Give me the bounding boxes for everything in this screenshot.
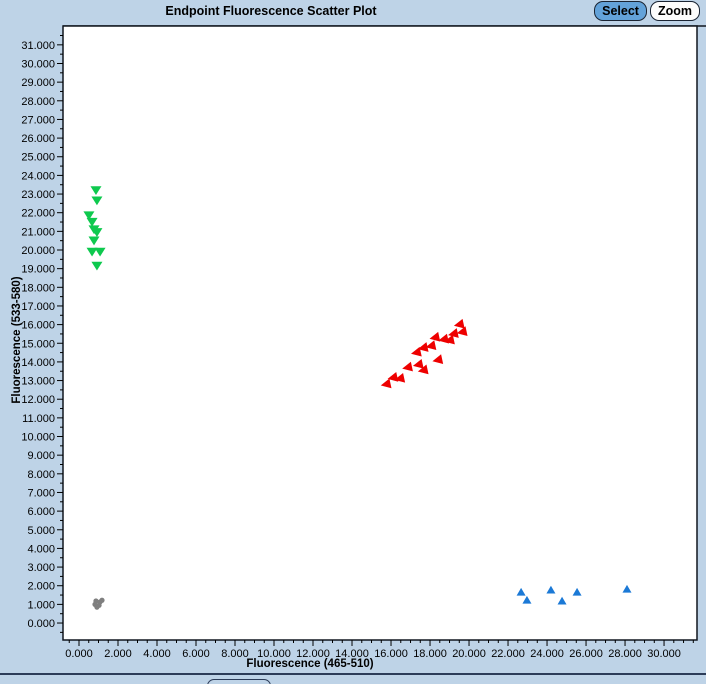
y-tick-label: 23.000 — [21, 189, 55, 201]
scatter-canvas: 0.000 1.000 2.000 3.000 4.000 5.000 6.000 7.000… — [21, 25, 706, 660]
y-tick-label: 24.000 — [21, 170, 55, 182]
header-buttons: Select Zoom — [594, 1, 700, 21]
y-tick-label: 9.000 — [27, 450, 55, 462]
y-axis-title: Fluorescence (533-580) — [11, 276, 23, 404]
bottom-divider — [0, 673, 706, 675]
y-tick-label: 28.000 — [21, 96, 55, 108]
y-tick-label: 6.000 — [27, 506, 55, 518]
y-tick-label: 15.000 — [21, 338, 55, 350]
endpoint-fluorescence-window: 0.000 1.000 2.000 3.000 4.000 5.000 6.000 7.000… — [0, 0, 706, 684]
x-tick-label: 26.000 — [569, 648, 603, 660]
y-tick-label: 31.000 — [21, 40, 55, 52]
y-tick-label: 19.000 — [21, 264, 55, 276]
x-tick-label: 22.000 — [491, 648, 525, 660]
x-tick-label: 24.000 — [530, 648, 564, 660]
page-title: Endpoint Fluorescence Scatter Plot — [165, 4, 377, 18]
y-tick-label: 10.000 — [21, 432, 55, 444]
y-tick-label: 21.000 — [21, 226, 55, 238]
y-tick-label: 17.000 — [21, 301, 55, 313]
y-tick-label: 1.000 — [27, 599, 55, 611]
y-tick-label: 5.000 — [27, 525, 55, 537]
partial-bottom-button[interactable] — [207, 679, 271, 684]
y-tick-label: 22.000 — [21, 208, 55, 220]
y-tick-label: 12.000 — [21, 394, 55, 406]
y-tick-label: 4.000 — [27, 543, 55, 555]
y-tick-label: 27.000 — [21, 114, 55, 126]
y-tick-label: 13.000 — [21, 376, 55, 388]
y-tick-label: 11.000 — [22, 413, 55, 425]
gray-cluster-point[interactable] — [94, 604, 100, 610]
select-button[interactable]: Select — [594, 1, 647, 21]
y-tick-label: 3.000 — [27, 562, 55, 574]
x-tick-label: 28.000 — [608, 648, 642, 660]
x-tick-label: 30.000 — [647, 648, 681, 660]
y-tick-label: 2.000 — [27, 581, 55, 593]
y-tick-label: 20.000 — [21, 245, 55, 257]
y-tick-label: 26.000 — [21, 133, 55, 145]
y-tick-label: 30.000 — [21, 58, 55, 70]
y-tick-label: 25.000 — [21, 152, 55, 164]
gray-cluster-point[interactable] — [99, 597, 105, 603]
y-tick-label: 8.000 — [27, 469, 55, 481]
x-axis-title: Fluorescence (465-510) — [246, 658, 374, 670]
y-tick-label: 0.000 — [27, 618, 55, 630]
x-tick-label: 2.000 — [104, 648, 132, 660]
y-tick-label: 18.000 — [21, 282, 55, 294]
plot-area[interactable] — [62, 25, 698, 641]
y-tick-label: 29.000 — [21, 77, 55, 89]
y-tick-label: 14.000 — [21, 357, 55, 369]
x-tick-label: 0.000 — [65, 648, 93, 660]
y-tick-label: 7.000 — [27, 487, 55, 499]
y-tick-label: 16.000 — [21, 320, 55, 332]
zoom-button[interactable]: Zoom — [649, 1, 700, 21]
